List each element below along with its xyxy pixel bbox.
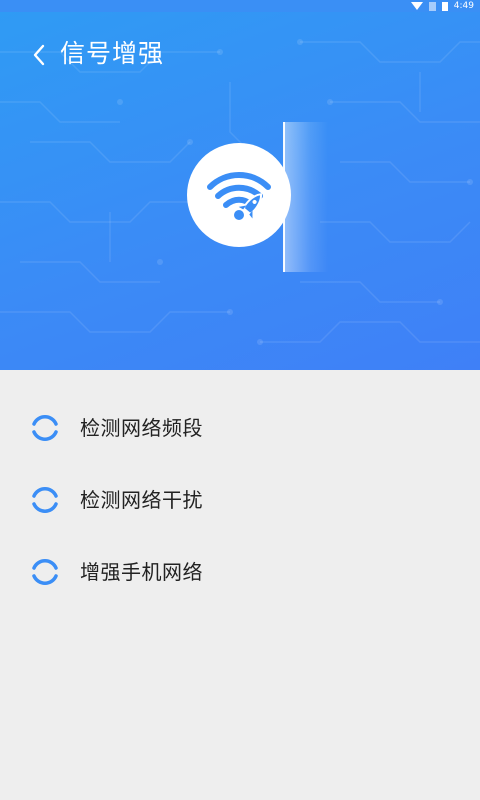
list-item: 增强手机网络	[0, 536, 480, 608]
header-banner: 信号增强	[0, 12, 480, 370]
loading-spinner-icon	[32, 415, 58, 441]
signal-boost-badge	[187, 143, 291, 247]
task-label: 检测网络干扰	[80, 488, 203, 512]
wifi-rocket-icon	[207, 172, 271, 220]
page-title: 信号增强	[60, 39, 165, 68]
battery-icon	[441, 1, 448, 11]
task-list: 检测网络频段 检测网络干扰 增强手机网络	[0, 392, 480, 608]
loading-spinner-icon	[32, 559, 58, 585]
scan-line-decoration	[283, 122, 285, 272]
loading-spinner-icon	[32, 487, 58, 513]
wifi-signal-icon	[410, 2, 423, 10]
chevron-left-icon	[33, 44, 45, 66]
list-item: 检测网络干扰	[0, 464, 480, 536]
status-time: 4:49	[453, 1, 474, 11]
screen: 4:49 信号增强 检测网络频段 检测网络干扰 增强手机网络	[0, 0, 480, 800]
task-label: 检测网络频段	[80, 416, 203, 440]
list-item: 检测网络频段	[0, 392, 480, 464]
task-label: 增强手机网络	[80, 560, 203, 584]
no-sim-icon	[428, 1, 436, 11]
back-button[interactable]	[26, 42, 52, 68]
status-bar: 4:49	[0, 0, 480, 12]
